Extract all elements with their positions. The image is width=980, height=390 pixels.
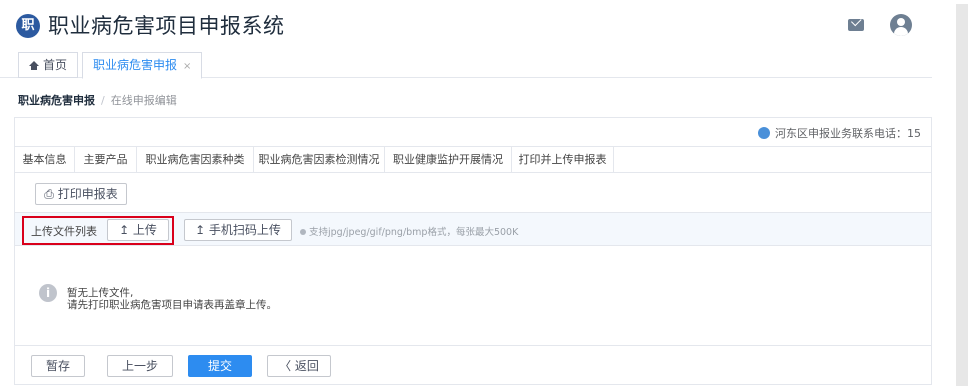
breadcrumb-current[interactable]: 职业病危害申报 <box>18 94 95 107</box>
info-dot-icon <box>300 229 306 235</box>
step-health-monitoring[interactable]: 职业健康监护开展情况 <box>385 147 512 173</box>
right-scroll-area <box>932 0 980 390</box>
back-button[interactable]: 〈 返回 <box>267 355 331 377</box>
home-icon <box>29 61 39 70</box>
breadcrumb: 职业病危害申报 / 在线申报编辑 <box>18 92 177 108</box>
upload-hint: 支持jpg/jpeg/gif/png/bmp格式，每张最大500K <box>300 224 518 238</box>
step-basic-info[interactable]: 基本信息 <box>15 147 75 173</box>
step-hazard-testing[interactable]: 职业病危害因素检测情况 <box>254 147 385 173</box>
tab-home-label: 首页 <box>43 58 68 72</box>
tab-declaration-label: 职业病危害申报 <box>93 58 178 72</box>
empty-message-line2: 请先打印职业病危害项目申请表再盖章上传。 <box>67 299 277 311</box>
contact-notice-text: 河东区申报业务联系电话：15 <box>775 127 921 140</box>
save-draft-button[interactable]: 暂存 <box>31 355 85 377</box>
step-tabs: 基本信息 主要产品 职业病危害因素种类 职业病危害因素检测情况 职业健康监护开展… <box>15 146 931 173</box>
step-print-upload[interactable]: 打印并上传申报表 <box>512 147 614 173</box>
mail-icon[interactable] <box>848 19 864 31</box>
info-icon: i <box>39 284 57 302</box>
print-declaration-button[interactable]: ⎙ 打印申报表 <box>35 183 127 205</box>
step-hazard-types[interactable]: 职业病危害因素种类 <box>137 147 254 173</box>
step-main-products[interactable]: 主要产品 <box>75 147 137 173</box>
app-title: 职业病危害项目申报系统 <box>48 14 285 38</box>
submit-button[interactable]: 提交 <box>188 355 252 377</box>
tab-declaration[interactable]: 职业病危害申报 × <box>82 52 203 79</box>
user-avatar-icon[interactable] <box>890 14 912 36</box>
contact-notice: 河东区申报业务联系电话：15 <box>758 125 921 141</box>
tab-bar: 首页 职业病危害申报 × <box>0 52 932 79</box>
close-icon[interactable]: × <box>183 61 191 72</box>
footer-divider <box>15 345 931 346</box>
phone-icon <box>758 127 770 139</box>
upload-hint-text: 支持jpg/jpeg/gif/png/bmp格式，每张最大500K <box>309 227 519 238</box>
scrollbar-rail[interactable] <box>956 4 968 386</box>
breadcrumb-separator: / <box>101 94 105 107</box>
mobile-scan-upload-button[interactable]: ↥ 手机扫码上传 <box>184 219 292 241</box>
previous-step-button[interactable]: 上一步 <box>107 355 173 377</box>
breadcrumb-sub: 在线申报编辑 <box>110 94 177 107</box>
upload-file-list-label: 上传文件列表 <box>31 225 97 238</box>
logo-icon: 职 <box>16 14 40 38</box>
declaration-panel: 河东区申报业务联系电话：15 基本信息 主要产品 职业病危害因素种类 职业病危害… <box>14 117 932 385</box>
upload-button[interactable]: ↥ 上传 <box>107 219 169 241</box>
upload-toolbar: 上传文件列表 ↥ 上传 ↥ 手机扫码上传 支持jpg/jpeg/gif/png/… <box>15 212 931 246</box>
app-header: 职 职业病危害项目申报系统 <box>0 0 932 52</box>
tab-home[interactable]: 首页 <box>18 52 79 78</box>
